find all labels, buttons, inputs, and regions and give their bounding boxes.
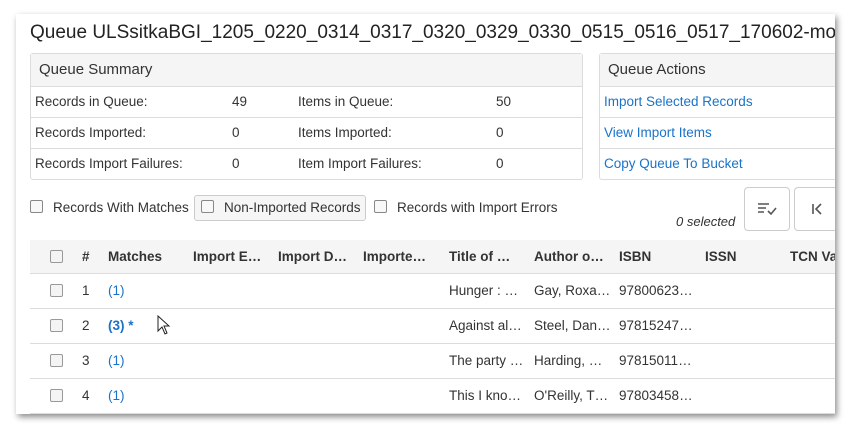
column-header-author[interactable]: Author o… (534, 249, 609, 264)
non-imported-records-filter[interactable]: Non-Imported Records (194, 195, 366, 221)
isbn-cell: 97815011… (619, 353, 692, 368)
queue-summary-header: Queue Summary (31, 54, 582, 87)
matches-link[interactable]: (1) (108, 283, 125, 298)
column-header-matches[interactable]: Matches (108, 249, 162, 264)
row-checkbox[interactable] (50, 284, 63, 297)
row-checkbox[interactable] (50, 389, 63, 402)
row-checkbox[interactable] (50, 319, 63, 332)
grid-header-row: # Matches Import E… Import D… Importe… T… (30, 240, 835, 274)
copy-queue-to-bucket-link[interactable]: Copy Queue To Bucket (604, 156, 743, 171)
view-import-items-link[interactable]: View Import Items (604, 125, 712, 140)
summary-row: Records Import Failures: 0 Item Import F… (31, 149, 582, 179)
author-cell: Steel, Dan… (534, 318, 609, 333)
isbn-cell: 97803458… (619, 388, 693, 403)
page-title: Queue ULSsitkaBGI_1205_0220_0314_0317_03… (30, 22, 835, 43)
row-checkbox[interactable] (50, 354, 63, 367)
author-cell: O'Reilly, T… (534, 388, 609, 403)
title-cell: Hunger : … (449, 283, 519, 298)
records-with-import-errors-filter[interactable]: Records with Import Errors (374, 196, 558, 220)
records-grid: # Matches Import E… Import D… Importe… T… (30, 240, 835, 414)
summary-row: Records in Queue: 49 Items in Queue: 50 (31, 87, 582, 118)
records-imported-label: Records Imported: (35, 125, 147, 140)
select-all-checkbox[interactable] (50, 250, 63, 263)
column-header-import-date[interactable]: Import D… (278, 249, 352, 264)
queue-actions-panel: Queue Actions Import Selected Records Vi… (599, 53, 835, 180)
records-with-matches-filter[interactable]: Records With Matches (30, 196, 189, 220)
non-imported-records-checkbox[interactable] (201, 199, 214, 213)
records-with-matches-label: Records With Matches (53, 200, 189, 215)
column-header-issn[interactable]: ISSN (705, 249, 780, 264)
row-number: 4 (82, 388, 90, 403)
records-with-matches-checkbox[interactable] (30, 199, 43, 213)
isbn-cell: 97815247… (619, 318, 693, 333)
app-window: Queue ULSsitkaBGI_1205_0220_0314_0317_03… (16, 14, 835, 414)
first-page-icon (812, 203, 822, 215)
item-import-failures-value: 0 (496, 156, 504, 171)
records-import-failures-value: 0 (232, 156, 240, 171)
column-header-isbn[interactable]: ISBN (619, 249, 694, 264)
matches-link[interactable]: (1) (108, 388, 125, 403)
items-imported-label: Items Imported: (298, 125, 392, 140)
item-import-failures-label: Item Import Failures: (298, 156, 422, 171)
title-cell: This I kno… (449, 388, 522, 403)
column-header-import-errors[interactable]: Import E… (193, 249, 267, 264)
items-imported-value: 0 (496, 125, 504, 140)
table-row[interactable]: 2 (3) * Against al… Steel, Dan… 97815247… (30, 309, 835, 344)
records-in-queue-label: Records in Queue: (35, 94, 148, 109)
isbn-cell: 97800623… (619, 283, 693, 298)
import-selected-records-link[interactable]: Import Selected Records (604, 94, 753, 109)
queue-summary-panel: Queue Summary Records in Queue: 49 Items… (30, 53, 583, 180)
sort-check-icon (758, 203, 777, 216)
matches-link[interactable]: (3) * (108, 318, 134, 333)
items-in-queue-value: 50 (496, 94, 512, 109)
row-number: 3 (82, 353, 90, 368)
summary-row: Records Imported: 0 Items Imported: 0 (31, 118, 582, 149)
queue-actions-header: Queue Actions (600, 54, 835, 87)
first-page-button[interactable] (794, 187, 835, 231)
records-imported-value: 0 (232, 125, 240, 140)
title-cell: The party … (449, 353, 524, 368)
records-with-import-errors-label: Records with Import Errors (397, 200, 558, 215)
column-header-tcn-value[interactable]: TCN Va (790, 249, 835, 264)
column-header-title[interactable]: Title of … (449, 249, 524, 264)
table-row[interactable]: 1 (1) Hunger : … Gay, Roxa… 97800623… (30, 274, 835, 309)
matches-link[interactable]: (1) (108, 353, 125, 368)
column-header-imported[interactable]: Importe… (363, 249, 437, 264)
records-import-failures-label: Records Import Failures: (35, 156, 183, 171)
non-imported-records-label: Non-Imported Records (224, 200, 361, 215)
row-number: 2 (82, 318, 90, 333)
title-cell: Against al… (449, 318, 522, 333)
items-in-queue-label: Items in Queue: (298, 94, 394, 109)
mouse-cursor-icon (157, 315, 171, 335)
column-header-number[interactable]: # (82, 249, 90, 264)
selected-count: 0 selected (676, 214, 736, 229)
row-number: 1 (82, 283, 90, 298)
sort-check-button[interactable] (744, 187, 790, 231)
author-cell: Gay, Roxa… (534, 283, 609, 298)
table-row[interactable]: 3 (1) The party … Harding, … 97815011… (30, 344, 835, 379)
author-cell: Harding, … (534, 353, 603, 368)
records-with-import-errors-checkbox[interactable] (374, 199, 387, 213)
records-in-queue-value: 49 (232, 94, 248, 109)
table-row[interactable]: 4 (1) This I kno… O'Reilly, T… 97803458… (30, 379, 835, 414)
